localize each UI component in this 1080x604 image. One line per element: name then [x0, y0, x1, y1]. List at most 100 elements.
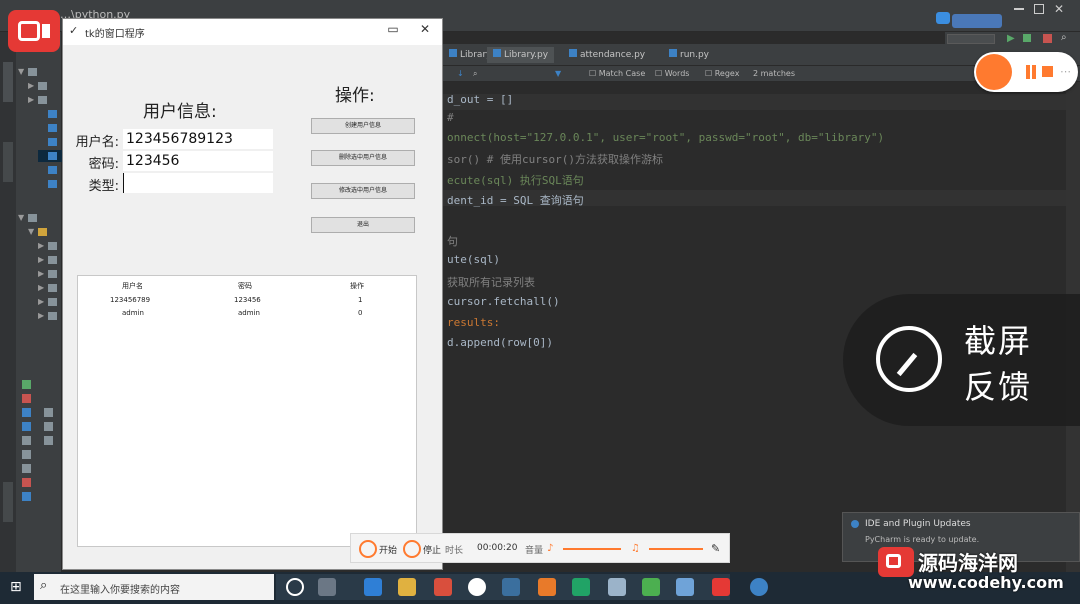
close-button[interactable]: ✕ — [415, 22, 435, 36]
pause-icon — [1032, 65, 1036, 79]
camera-icon — [18, 21, 40, 41]
minimize-icon[interactable] — [1014, 8, 1024, 10]
exit-button[interactable]: 退出 — [311, 217, 415, 233]
camera-icon — [886, 554, 901, 568]
search-placeholder: 在这里输入你要搜索的内容 — [60, 585, 180, 596]
project-tool-tab[interactable] — [3, 62, 13, 102]
app-title: tk的窗口程序 — [85, 29, 145, 40]
password-label: 密码: — [88, 157, 119, 172]
notification-title: IDE and Plugin Updates — [865, 519, 971, 529]
taskbar-app-icon[interactable] — [502, 578, 520, 596]
paint-icon[interactable] — [538, 578, 556, 596]
close-run-icon[interactable] — [22, 478, 31, 487]
words-checkbox[interactable]: ☐ Words — [655, 69, 689, 78]
filter-icon[interactable] — [44, 436, 53, 445]
close-icon[interactable]: ✕ — [1054, 2, 1064, 16]
tab-library-active[interactable]: Library.py — [487, 47, 555, 63]
delete-user-button[interactable]: 删除选中用户信息 — [311, 150, 415, 166]
stop-icon[interactable] — [1043, 34, 1052, 43]
type-input[interactable] — [123, 173, 273, 193]
find-in-selection-icon[interactable]: ⌕ — [473, 69, 477, 79]
speaker-icon[interactable]: ♫ — [631, 543, 640, 554]
column-header-username[interactable]: 用户名 — [122, 281, 143, 291]
settings-run-icon[interactable] — [22, 436, 31, 445]
regex-checkbox[interactable]: ☐ Regex — [705, 69, 739, 78]
taskbar-app-icon[interactable] — [642, 578, 660, 596]
search-icon: ⌕ — [40, 578, 48, 593]
recorder-app-icon[interactable] — [8, 10, 60, 52]
rerun-icon[interactable] — [22, 380, 31, 389]
tree-row[interactable]: ▼ — [18, 66, 58, 78]
favorites-tool-tab[interactable] — [3, 482, 13, 522]
scroll-icon[interactable] — [22, 408, 31, 417]
pause-icon[interactable] — [1026, 65, 1030, 79]
modify-user-button[interactable]: 修改选中用户信息 — [311, 183, 415, 199]
speaker-volume-slider[interactable] — [649, 548, 703, 550]
regex-label: Regex — [714, 69, 740, 78]
stop-record-icon[interactable] — [1042, 66, 1053, 77]
office-icon[interactable] — [434, 578, 452, 596]
start-label[interactable]: 开始 — [379, 543, 397, 556]
user-table[interactable]: 用户名 密码 操作 123456789 123456 1 admin admin… — [77, 275, 417, 547]
search-everywhere-icon[interactable]: ⌕ — [1061, 32, 1067, 43]
feedback-text-line1: 截屏 — [964, 322, 1033, 360]
pen-icon[interactable]: ✎ — [711, 542, 720, 555]
stop-record-button[interactable] — [403, 540, 421, 558]
edge-icon[interactable] — [364, 578, 382, 596]
recorder-taskbar-icon[interactable] — [712, 578, 730, 596]
mic-icon[interactable]: ♪ — [547, 543, 553, 554]
pin-run-icon[interactable] — [22, 450, 31, 459]
feather-taskbar-icon[interactable] — [750, 578, 768, 596]
structure-tool-tab[interactable] — [3, 142, 13, 182]
taskbar-app-icon[interactable] — [608, 578, 626, 596]
username-input[interactable]: 123456789123 — [123, 129, 273, 149]
taskbar-app-icon[interactable] — [676, 578, 694, 596]
mic-volume-slider[interactable] — [563, 548, 621, 550]
trash-icon[interactable] — [44, 422, 53, 431]
sync-button[interactable] — [952, 14, 1002, 28]
taskbar-search-box[interactable]: ⌕ 在这里输入你要搜索的内容 — [34, 574, 274, 600]
python-file-icon — [493, 49, 501, 57]
minimize-button[interactable]: ▭ — [383, 22, 403, 36]
wrap-icon[interactable] — [44, 408, 53, 417]
table-row[interactable]: admin admin 0 — [78, 308, 416, 320]
debug-icon[interactable] — [1023, 34, 1031, 42]
arrow-down-icon[interactable]: ↓ — [457, 69, 464, 78]
taskbar-app-icon[interactable] — [318, 578, 336, 596]
tab-run[interactable]: run.py — [663, 47, 715, 63]
task-view-icon[interactable] — [286, 578, 304, 596]
record-status-dot[interactable] — [976, 54, 1012, 90]
feedback-pen-icon[interactable] — [876, 326, 942, 392]
password-input[interactable]: 123456 — [123, 151, 273, 171]
tree-row[interactable]: ▼ — [18, 212, 58, 224]
volume-label: 音量 — [525, 546, 544, 556]
run-icon[interactable]: ▶ — [1007, 33, 1015, 44]
help-run-icon[interactable] — [22, 492, 31, 501]
print-run-icon[interactable] — [22, 464, 31, 473]
python-file-icon — [449, 49, 457, 57]
create-user-button[interactable]: 创建用户信息 — [311, 118, 415, 134]
column-header-operation[interactable]: 操作 — [350, 281, 364, 291]
filter-icon[interactable]: ▼ — [555, 69, 561, 78]
stop-run-icon[interactable] — [22, 394, 31, 403]
pause-run-icon[interactable] — [22, 422, 31, 431]
chrome-icon[interactable] — [468, 578, 486, 596]
watermark-line1: 源码海洋网 — [918, 551, 1018, 575]
column-header-password[interactable]: 密码 — [238, 281, 252, 291]
windows-start-icon[interactable]: ⊞ — [10, 579, 22, 595]
tab-attendance[interactable]: attendance.py — [563, 47, 651, 63]
recording-float-control[interactable]: ⋯ — [974, 52, 1078, 92]
pycharm-icon[interactable] — [572, 578, 590, 596]
match-case-checkbox[interactable]: ☐ Match Case — [589, 69, 645, 78]
python-file-icon — [669, 49, 677, 57]
run-config-select[interactable] — [947, 34, 995, 44]
file-explorer-icon[interactable] — [398, 578, 416, 596]
table-row[interactable]: 123456789 123456 1 — [78, 295, 416, 307]
tool-window-strip — [0, 32, 16, 572]
more-icon[interactable]: ⋯ — [1060, 65, 1071, 78]
pause-record-icon[interactable] — [359, 540, 377, 558]
tk-app-window: ✓ tk的窗口程序 ▭ ✕ 用户信息: 操作: 用户名: 12345678912… — [62, 18, 443, 570]
code-line: ute(sql) — [447, 253, 500, 266]
stop-label[interactable]: 停止 — [423, 543, 441, 556]
maximize-icon[interactable] — [1034, 4, 1044, 14]
